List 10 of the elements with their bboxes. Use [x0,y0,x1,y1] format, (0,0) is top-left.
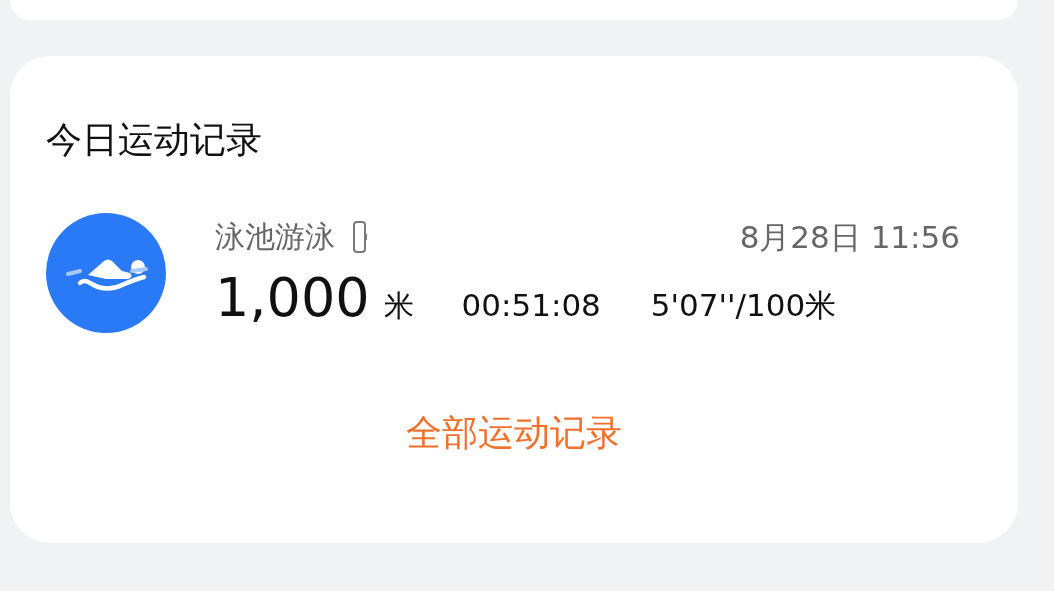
card-title: 今日运动记录 [46,118,262,162]
pace-value: 5'07''/100米 [650,286,837,325]
all-records-link[interactable]: 全部运动记录 [406,409,622,457]
distance-value: 1,000 [215,267,370,329]
activity-name: 泳池游泳 [215,218,335,256]
activity-time: 8月28日 11:56 [739,218,960,257]
fitness-band-icon [352,221,368,253]
swimmer-icon [46,213,166,333]
distance-unit: 米 [383,287,414,325]
duration-value: 00:51:08 [461,287,601,323]
